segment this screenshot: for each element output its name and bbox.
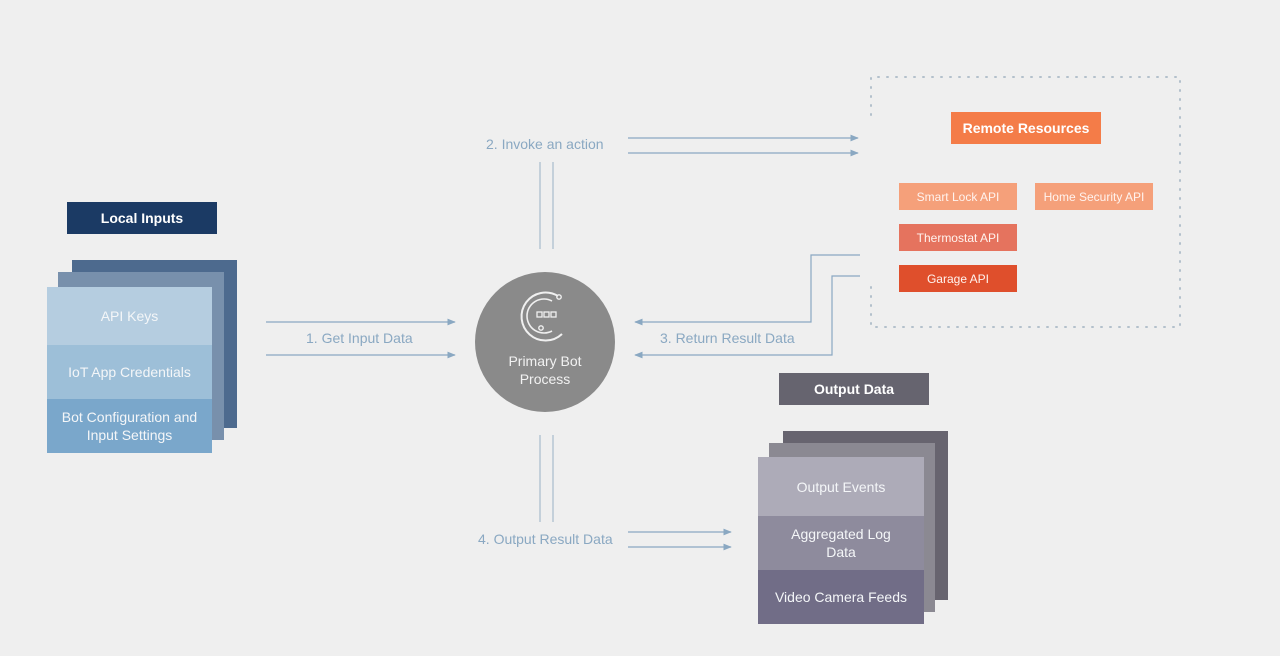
home-security-api: Home Security API bbox=[1035, 183, 1153, 210]
output-events: Output Events bbox=[758, 457, 924, 516]
return-arrow-top bbox=[634, 254, 860, 326]
local-inputs-title: Local Inputs bbox=[67, 202, 217, 234]
primary-bot-label: Primary Bot Process bbox=[508, 353, 582, 387]
primary-bot-process: Primary Bot Process bbox=[475, 272, 615, 412]
step-1-label: 1. Get Input Data bbox=[306, 330, 413, 346]
bot-circuit-icon bbox=[520, 291, 563, 342]
remote-resources-title: Remote Resources bbox=[951, 112, 1101, 144]
video-camera-feeds: Video Camera Feeds bbox=[758, 570, 924, 624]
local-inputs-stack: API Keys IoT App Credentials Bot Configu… bbox=[47, 287, 212, 453]
local-input-bot-configuration: Bot Configuration and Input Settings bbox=[47, 399, 212, 453]
smart-lock-api: Smart Lock API bbox=[899, 183, 1017, 210]
aggregated-log-data: Aggregated Log Data bbox=[758, 516, 924, 570]
step-3-label: 3. Return Result Data bbox=[660, 330, 795, 346]
thermostat-api: Thermostat API bbox=[899, 224, 1017, 251]
local-input-iot-credentials: IoT App Credentials bbox=[47, 345, 212, 399]
step-4-label: 4. Output Result Data bbox=[478, 531, 613, 547]
garage-api: Garage API bbox=[899, 265, 1017, 292]
local-input-api-keys: API Keys bbox=[47, 287, 212, 345]
output-data-stack: Output Events Aggregated Log Data Video … bbox=[758, 457, 924, 624]
step-2-label: 2. Invoke an action bbox=[486, 136, 604, 152]
output-data-title: Output Data bbox=[779, 373, 929, 405]
